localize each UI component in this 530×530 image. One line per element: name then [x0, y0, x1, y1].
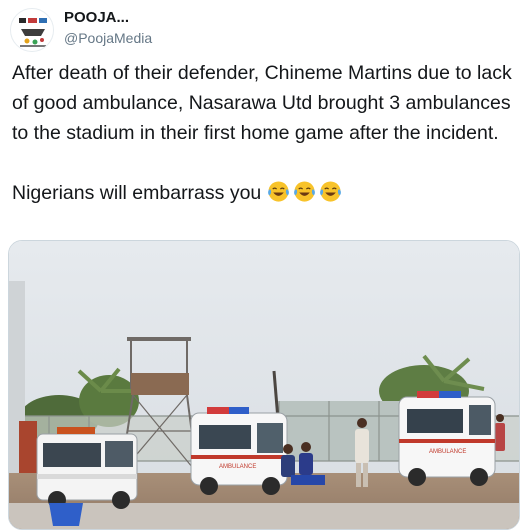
tweet-text-line: Nigerians will embarrass you	[12, 182, 262, 204]
avatar[interactable]	[10, 8, 54, 52]
ambulance	[36, 427, 138, 509]
ambulance: AMBULANCE	[190, 407, 288, 495]
tweet-photo[interactable]: AMBULANCE AMBULANCE	[8, 240, 520, 530]
face-with-tears-of-joy-icon	[319, 181, 341, 202]
user-handle[interactable]: @PoojaMedia	[64, 28, 152, 48]
display-name[interactable]: POOJA...	[64, 8, 152, 28]
ambulance-label: AMBULANCE	[219, 464, 256, 470]
tweet-header: POOJA... @PoojaMedia	[8, 6, 522, 52]
ambulances-at-stadium-photo: AMBULANCE AMBULANCE	[9, 241, 519, 529]
pooja-media-logo-icon	[11, 9, 53, 51]
tweet-text-paragraph: After death of their defender, Chineme M…	[12, 62, 512, 144]
ambulance: AMBULANCE	[398, 391, 496, 486]
face-with-tears-of-joy-icon	[267, 181, 289, 202]
tweet-text-paragraph: Nigerians will embarrass you	[12, 178, 518, 208]
author-names: POOJA... @PoojaMedia	[64, 8, 152, 48]
ambulance-label: AMBULANCE	[429, 449, 466, 455]
tweet-text: After death of their defender, Chineme M…	[12, 58, 518, 208]
face-with-tears-of-joy-icon	[293, 181, 315, 202]
